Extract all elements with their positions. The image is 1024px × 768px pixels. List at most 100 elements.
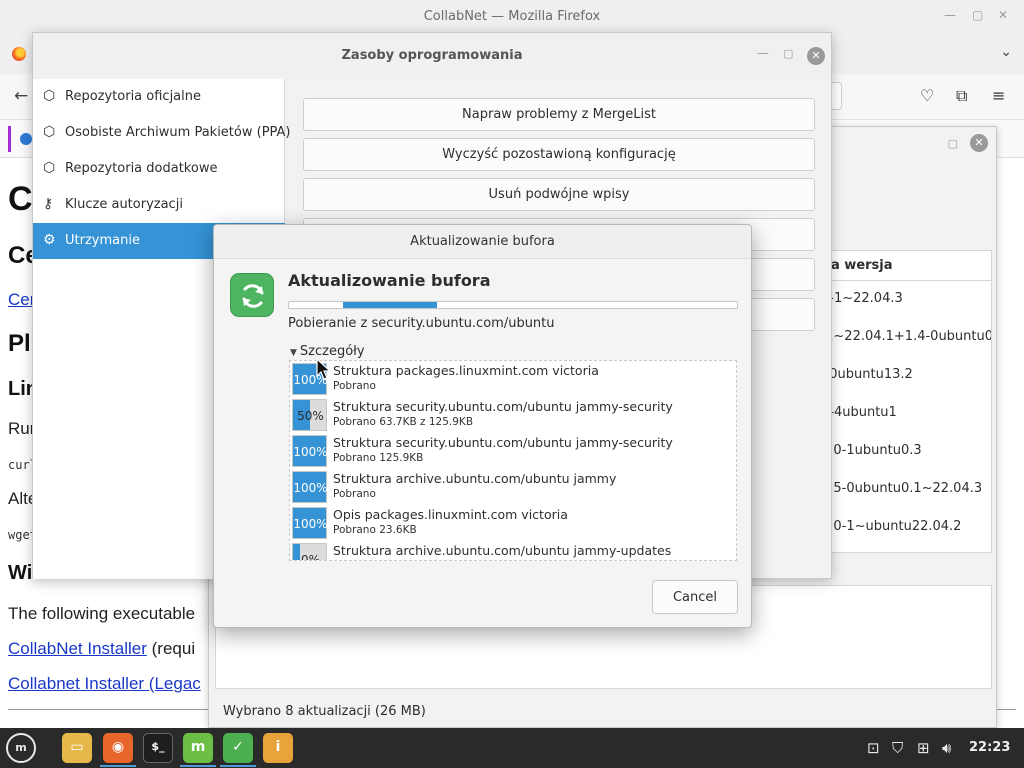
- mint-menu-icon[interactable]: m: [6, 733, 36, 763]
- table-row[interactable]: 0.0-1~ubuntu22.04.2: [815, 509, 991, 547]
- item-progress-bar: 100%: [292, 471, 328, 503]
- collabnet-installer-legacy-link[interactable]: Collabnet Installer (Legac: [8, 674, 201, 694]
- item-percent: 50%: [297, 409, 324, 423]
- item-title: Struktura archive.ubuntu.com/ubuntu jamm…: [333, 543, 672, 558]
- item-title: Struktura archive.ubuntu.com/ubuntu jamm…: [333, 471, 617, 486]
- page-heading-platforms: Pl: [8, 330, 31, 357]
- item-percent: 100%: [293, 517, 328, 531]
- item-subtitle: Pobrano 63.7KB z 125.9KB: [333, 416, 474, 428]
- software-sources-title: Zasoby oprogramowania: [341, 48, 523, 63]
- remove-duplicate-entries-button[interactable]: Usuń podwójne wpisy: [303, 178, 815, 211]
- maximize-icon[interactable]: ▢: [948, 137, 958, 150]
- clock[interactable]: 22:23: [969, 740, 1010, 755]
- item-title: Struktura security.ubuntu.com/ubuntu jam…: [333, 435, 673, 450]
- files-icon[interactable]: ▭: [62, 733, 92, 763]
- extensions-icon[interactable]: ⧉: [956, 86, 967, 106]
- shield-icon[interactable]: ✓: [223, 733, 253, 763]
- maximize-icon[interactable]: ▢: [783, 47, 793, 60]
- details-expander[interactable]: ▼ Szczegóły: [290, 344, 365, 359]
- item-title: Struktura packages.linuxmint.com victori…: [333, 363, 599, 378]
- package-icon: ⬡: [43, 88, 56, 104]
- item-percent: 0%: [300, 553, 321, 561]
- firefox-icon[interactable]: ◉: [103, 733, 133, 763]
- list-item: 100% Struktura security.ubuntu.com/ubuntu…: [290, 433, 736, 469]
- table-row[interactable]: 0.0-1ubuntu0.3: [815, 433, 991, 471]
- back-arrow-icon[interactable]: ←: [14, 86, 28, 106]
- bookmark-accent-bar: [8, 126, 11, 152]
- tab-list-chevron-down-icon[interactable]: ⌄: [1000, 44, 1012, 60]
- sidebar-item-label: Repozytoria oficjalne: [65, 89, 201, 104]
- maximize-icon[interactable]: ▢: [972, 8, 983, 22]
- close-icon[interactable]: ✕: [998, 8, 1008, 22]
- bookmark-info-icon[interactable]: [20, 133, 32, 145]
- sidebar-item-label: Osobiste Archiwum Pakietów (PPA): [65, 125, 291, 140]
- table-row[interactable]: 40ubuntu13.2: [815, 357, 991, 395]
- dialog-window-title: Aktualizowanie bufora: [410, 234, 555, 249]
- list-item: 50% Struktura security.ubuntu.com/ubuntu …: [290, 397, 736, 433]
- firefox-tab-favicon-icon[interactable]: [12, 47, 26, 61]
- item-progress-bar: 0%: [292, 543, 327, 561]
- pocket-icon[interactable]: ♡: [920, 86, 934, 105]
- minimize-icon[interactable]: —: [757, 46, 769, 60]
- minimize-icon[interactable]: —: [944, 8, 956, 22]
- item-progress-bar: 50%: [292, 399, 327, 431]
- list-item: 100% Struktura archive.ubuntu.com/ubuntu …: [290, 469, 736, 505]
- sidebar-item-ppa[interactable]: ⬡ Osobiste Archiwum Pakietów (PPA): [33, 115, 291, 151]
- close-icon[interactable]: ✕: [807, 47, 825, 65]
- purge-residual-config-button[interactable]: Wyczyść pozostawioną konfigurację: [303, 138, 815, 171]
- update-shield-tray-icon[interactable]: ⛉: [892, 739, 903, 757]
- page-line-installer: CollabNet Installer (requi: [8, 639, 195, 659]
- list-item: 100% Opis packages.linuxmint.com victoria…: [290, 505, 736, 541]
- network-icon[interactable]: ⊞: [917, 739, 930, 757]
- terminal-icon[interactable]: $_: [143, 733, 173, 763]
- cache-progress-bar: [288, 301, 738, 309]
- fix-mergelist-button[interactable]: Napraw problemy z MergeList: [303, 98, 815, 131]
- collabnet-installer-link[interactable]: CollabNet Installer: [8, 639, 147, 658]
- firefox-running-indicator: [100, 765, 136, 767]
- sidebar-item-label: Utrzymanie: [65, 233, 140, 248]
- key-icon: ⚷: [43, 196, 54, 212]
- updates-table: wa wersja 9-1~22.04.3 .1~22.04.1+1.4-0ub…: [814, 250, 992, 553]
- close-icon[interactable]: ✕: [970, 134, 988, 152]
- table-row[interactable]: 2.5-0ubuntu0.1~22.04.3: [815, 471, 991, 509]
- sidebar-item-additional-repositories[interactable]: ⬡ Repozytoria dodatkowe: [33, 151, 285, 187]
- details-label: Szczegóły: [299, 344, 365, 359]
- dialog-titlebar: Aktualizowanie bufora: [214, 225, 751, 259]
- item-title: Opis packages.linuxmint.com victoria: [333, 507, 568, 522]
- page-heading-1: C: [8, 180, 33, 218]
- sidebar-item-label: Repozytoria dodatkowe: [65, 161, 218, 176]
- installer-note: (requi: [146, 639, 196, 658]
- item-subtitle: Pobrano 23.6KB: [333, 524, 417, 536]
- item-subtitle: Pobrano: [333, 488, 376, 500]
- table-row[interactable]: 3-4ubuntu1: [815, 395, 991, 433]
- mouse-pointer-icon: [316, 358, 332, 380]
- table-row[interactable]: 9-1~22.04.3: [815, 281, 991, 319]
- item-percent: 100%: [293, 445, 328, 459]
- system-reports-icon[interactable]: i: [263, 733, 293, 763]
- mintupdate-running-indicator: [180, 765, 216, 767]
- sidebar-item-official-repositories[interactable]: ⬡ Repozytoria oficjalne: [33, 79, 285, 115]
- mintupdate-icon[interactable]: m: [183, 733, 213, 763]
- update-cache-dialog: Aktualizowanie bufora Aktualizowanie buf…: [213, 224, 752, 628]
- item-progress-bar: 100%: [292, 435, 328, 467]
- volume-icon[interactable]: 🔊︎: [942, 739, 951, 757]
- table-row[interactable]: .1~22.04.1+1.4-0ubuntu0: [815, 319, 991, 357]
- download-details-list[interactable]: 100% Struktura packages.linuxmint.com vic…: [289, 360, 737, 561]
- package-icon: ⬡: [43, 160, 56, 176]
- item-subtitle: Pobrano: [333, 380, 376, 392]
- download-status: Pobieranie z security.ubuntu.com/ubuntu: [288, 316, 555, 331]
- item-subtitle: Pobrano 125.9KB: [333, 452, 424, 464]
- column-header-new-version[interactable]: wa wersja: [815, 251, 991, 281]
- sidebar-item-authentication-keys[interactable]: ⚷ Klucze autoryzacji: [33, 187, 285, 223]
- gear-icon: ⚙: [43, 232, 56, 248]
- notification-icon[interactable]: ⊡: [867, 739, 880, 757]
- item-title: Struktura security.ubuntu.com/ubuntu jam…: [333, 399, 673, 414]
- item-progress-bar: 100%: [292, 507, 328, 539]
- cancel-button[interactable]: Cancel: [652, 580, 738, 614]
- refresh-icon: [230, 273, 274, 317]
- shield-running-indicator: [220, 765, 256, 767]
- hamburger-menu-icon[interactable]: ≡: [992, 86, 1005, 105]
- software-sources-titlebar: Zasoby oprogramowania — ▢ ✕: [33, 33, 831, 79]
- list-item: 100% Struktura packages.linuxmint.com vic…: [290, 361, 736, 397]
- item-percent: 100%: [293, 481, 328, 495]
